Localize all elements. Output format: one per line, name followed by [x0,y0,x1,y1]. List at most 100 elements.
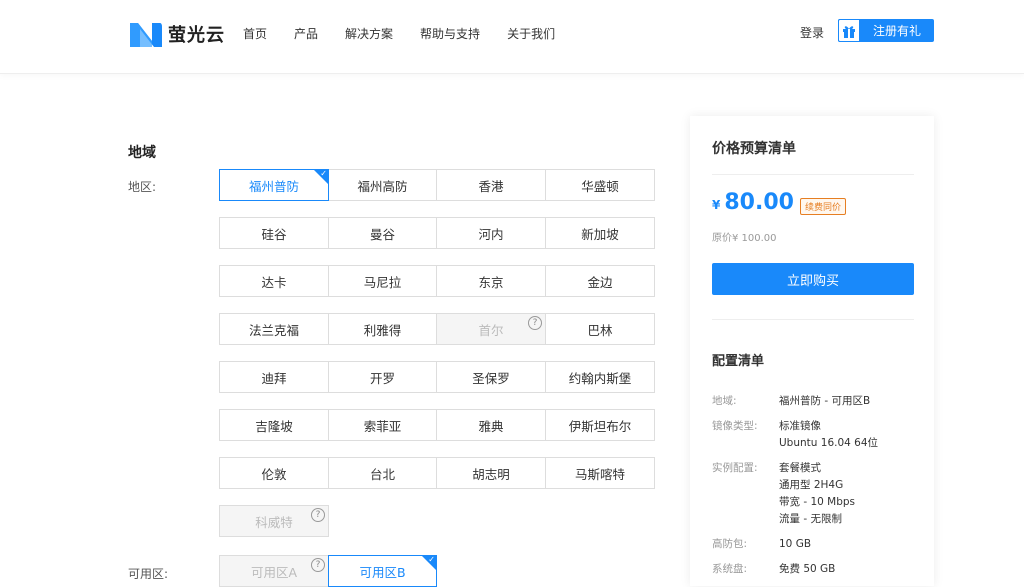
config-value-line: 标准镜像 [779,420,821,432]
region-option[interactable]: 胡志明 [436,457,546,489]
region-option[interactable]: 索菲亚 [328,409,437,441]
region-option[interactable]: 伊斯坦布尔 [545,409,655,441]
config-value-line: Ubuntu 16.04 64位 [779,437,879,449]
region-option-label: 伦敦 [261,466,287,482]
region-option-label: 马尼拉 [363,274,402,290]
buy-now-button[interactable]: 立即购买 [712,263,914,295]
nav-about[interactable]: 关于我们 [507,25,555,42]
region-option[interactable]: 福州普防 ✓ [219,169,329,201]
nav-home[interactable]: 首页 [243,25,267,42]
region-option-label: 福州高防 [357,178,408,194]
region-option[interactable]: 华盛顿 [545,169,655,201]
nav-solutions[interactable]: 解决方案 [345,25,393,42]
region-option[interactable]: 金边 [545,265,655,297]
region-option-label: 曼谷 [369,226,395,242]
region-row: 硅谷 曼谷 河内 新加坡 [219,217,655,249]
register-button[interactable]: 注册有礼 [838,19,934,42]
region-option-label: 利雅得 [363,322,402,338]
main-nav: 首页 产品 解决方案 帮助与支持 关于我们 [243,25,582,42]
logo-icon [128,19,162,49]
region-option-label: 首尔 [478,322,504,338]
logo-text: 萤光云 [168,25,225,46]
config-key: 实例配置: [712,462,758,474]
config-value: 套餐模式 通用型 2H4G 带宽 - 10 Mbps 流量 - 无限制 [779,460,855,528]
region-option[interactable]: 约翰内斯堡 [545,361,655,393]
zone-label: 可用区: [128,567,169,581]
region-option[interactable]: 迪拜 [219,361,329,393]
region-option-label: 约翰内斯堡 [568,370,632,386]
config-value-line: 通用型 2H4G [779,479,844,491]
region-option[interactable]: 法兰克福 [219,313,329,345]
help-icon[interactable]: ? [311,558,325,572]
area-label: 地区: [128,180,157,194]
register-label: 注册有礼 [872,24,921,38]
config-value-line: 免费 50 GB [779,563,836,575]
config-key: 地域: [712,395,737,407]
region-option[interactable]: 新加坡 [545,217,655,249]
help-icon[interactable]: ? [528,316,542,330]
region-option-label: 硅谷 [261,226,287,242]
config-value-line: 带宽 - 10 Mbps [779,496,856,508]
region-option: 科威特? [219,505,329,537]
region-option-label: 法兰克福 [248,322,299,338]
region-option-label: 迪拜 [261,370,287,386]
region-row: 迪拜 开罗 圣保罗 约翰内斯堡 [219,361,655,393]
config-value-line: 10 GB [779,538,812,550]
region-option[interactable]: 圣保罗 [436,361,546,393]
renewal-badge: 续费同价 [800,198,847,215]
divider [712,174,914,175]
zone-option: 可用区A? [219,555,329,587]
region-option-label: 金边 [587,274,613,290]
region-option-label: 胡志明 [472,466,510,482]
region-option[interactable]: 巴林 [545,313,655,345]
region-option[interactable]: 马斯喀特 [545,457,655,489]
zone-option[interactable]: 可用区B ✓ [328,555,437,587]
region-option[interactable]: 香港 [436,169,546,201]
region-row: 伦敦 台北 胡志明 马斯喀特 [219,457,655,489]
config-key: 系统盘: [712,563,748,575]
zone-row: 可用区A? 可用区B ✓ [219,555,437,587]
logo[interactable]: 萤光云 [128,18,225,50]
region-option[interactable]: 东京 [436,265,546,297]
config-row: 实例配置: 套餐模式 通用型 2H4G 带宽 - 10 Mbps 流量 - 无限制 [712,460,855,528]
config-row: 地域: 福州普防 - 可用区B [712,393,870,410]
panel-title: 价格预算清单 [712,141,796,157]
config-key: 镜像类型: [712,420,758,432]
section-title-region: 地域 [128,145,156,161]
region-option[interactable]: 雅典 [436,409,546,441]
region-option[interactable]: 曼谷 [328,217,437,249]
region-option-label: 索菲亚 [363,418,402,434]
check-icon: ✓ [428,555,435,564]
region-option-label: 圣保罗 [472,370,510,386]
region-option[interactable]: 河内 [436,217,546,249]
check-icon: ✓ [320,169,327,178]
price: ¥ 80.00 [712,190,794,215]
region-option-label: 华盛顿 [581,178,619,194]
region-option-label: 达卡 [261,274,287,290]
top-header: 萤光云 首页 产品 解决方案 帮助与支持 关于我们 登录 注册有礼 [0,0,1024,74]
region-row: 法兰克福 利雅得 首尔? 巴林 [219,313,655,345]
region-option-label: 巴林 [587,322,613,338]
nav-products[interactable]: 产品 [294,25,318,42]
region-option-label: 可用区B [359,564,406,580]
config-value: 福州普防 - 可用区B [779,393,870,410]
region-option-label: 东京 [478,274,504,290]
config-row: 高防包: 10 GB [712,536,811,553]
region-option[interactable]: 伦敦 [219,457,329,489]
region-option-label: 科威特 [255,514,293,530]
help-icon[interactable]: ? [311,508,325,522]
region-option[interactable]: 达卡 [219,265,329,297]
config-value-line: 流量 - 无限制 [779,513,842,525]
region-option-label: 福州普防 [248,178,299,194]
region-option[interactable]: 开罗 [328,361,437,393]
region-option[interactable]: 福州高防 [328,169,437,201]
login-link[interactable]: 登录 [800,24,824,41]
region-option-label: 马斯喀特 [574,466,625,482]
region-option[interactable]: 硅谷 [219,217,329,249]
region-option[interactable]: 台北 [328,457,437,489]
currency-symbol: ¥ [712,198,721,212]
region-option[interactable]: 马尼拉 [328,265,437,297]
region-option[interactable]: 利雅得 [328,313,437,345]
region-option[interactable]: 吉隆坡 [219,409,329,441]
nav-help[interactable]: 帮助与支持 [420,25,480,42]
